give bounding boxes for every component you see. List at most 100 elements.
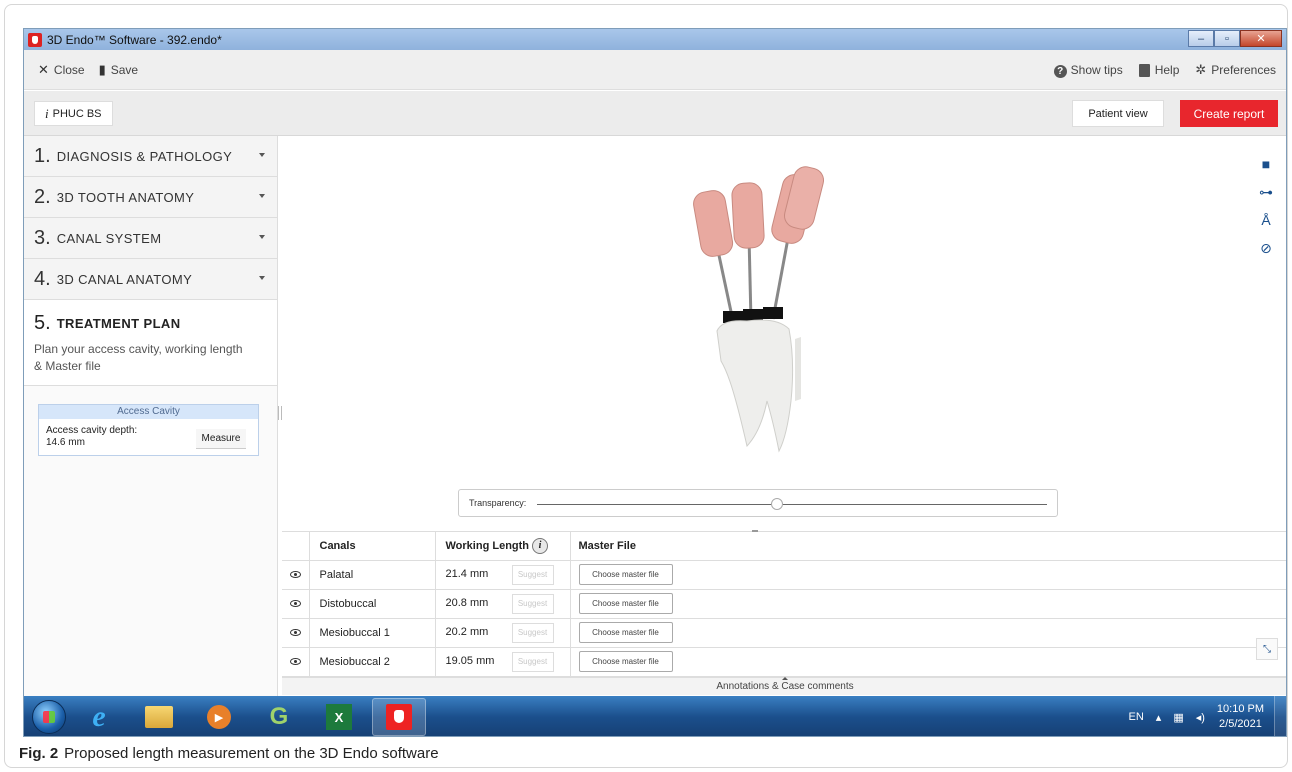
close-button[interactable]: ✕ Close [38, 62, 85, 78]
expand-icon[interactable]: ⤡ [1256, 638, 1278, 660]
choose-master-file-button[interactable]: Choose master file [578, 622, 673, 643]
working-length-cell: 20.2 mm Suggest [435, 618, 571, 648]
taskbar-ie[interactable]: e [72, 698, 126, 736]
app-g-icon: G [269, 703, 289, 730]
comment-icon[interactable]: ■ [1256, 154, 1276, 174]
stopper [743, 309, 763, 321]
volume-icon[interactable]: ◂) [1196, 711, 1205, 724]
title-bar[interactable]: 3D Endo™ Software - 392.endo* – ▫ ✕ [24, 29, 1286, 50]
annotations-bar[interactable]: Annotations & Case comments [282, 677, 1286, 695]
visibility-toggle[interactable] [282, 589, 310, 619]
endo-file-2 [731, 182, 765, 322]
eye-icon [289, 570, 301, 578]
taskbar-app-g[interactable]: G [252, 698, 306, 736]
choose-master-file-button[interactable]: Choose master file [578, 651, 673, 672]
help-button[interactable]: Help [1138, 63, 1179, 78]
taskbar-excel[interactable]: X [312, 698, 366, 736]
working-length-cell: 21.4 mm Suggest [435, 560, 571, 590]
clock-date: 2/5/2021 [1219, 718, 1262, 730]
canals-table: Canals Working Length i Master File Palat… [282, 532, 1286, 677]
transparency-slider[interactable]: Transparency: [458, 489, 1058, 517]
panel-grip[interactable] [752, 530, 758, 532]
visibility-toggle[interactable] [282, 560, 310, 590]
network-icon[interactable]: ▦ [1173, 711, 1183, 724]
chevron-down-icon [259, 153, 265, 157]
step-label: 3D TOOTH ANATOMY [56, 189, 195, 205]
visibility-toggle[interactable] [282, 647, 310, 677]
working-length-value: 21.4 mm [445, 568, 489, 581]
step-number: 2. [34, 185, 51, 208]
chevron-down-icon [259, 276, 265, 280]
step-tooth-anatomy[interactable]: 2. 3D TOOTH ANATOMY [24, 177, 277, 218]
step-label: CANAL SYSTEM [56, 230, 162, 246]
close-window-button[interactable]: ✕ [1240, 30, 1282, 47]
taskbar-media[interactable]: ▶ [192, 698, 246, 736]
excel-icon: X [326, 704, 352, 730]
stopper [763, 307, 783, 319]
show-tips-button[interactable]: ? Show tips [1053, 62, 1123, 78]
canal-name: Palatal [309, 560, 436, 590]
table-row: Distobuccal 20.8 mm Suggest Choose master f… [282, 589, 1286, 619]
step-canal-anatomy[interactable]: 4. 3D CANAL ANATOMY [24, 259, 277, 300]
info-icon: i [45, 105, 49, 121]
taskbar: e ▶ G X EN ▴ ▦ ◂) 10:10 PM 2/5/2021 [24, 696, 1286, 736]
header-eye [282, 532, 310, 561]
step-diagnosis[interactable]: 1. DIAGNOSIS & PATHOLOGY [24, 136, 277, 177]
tray-expand-icon[interactable]: ▴ [1156, 711, 1162, 724]
create-report-button[interactable]: Create report [1180, 100, 1278, 127]
measure-button[interactable]: Measure [196, 429, 246, 449]
maximize-button[interactable]: ▫ [1214, 30, 1240, 47]
transparency-label: Transparency: [469, 498, 527, 508]
choose-master-file-button[interactable]: Choose master file [578, 593, 673, 614]
clock[interactable]: 10:10 PM 2/5/2021 [1217, 702, 1264, 732]
eye-icon [289, 599, 301, 607]
window-controls: – ▫ ✕ [1188, 30, 1282, 47]
choose-master-file-button[interactable]: Choose master file [578, 564, 673, 585]
patient-info-button[interactable]: i PHUC BS [34, 101, 113, 126]
save-label: Save [110, 62, 139, 77]
working-length-value: 20.2 mm [445, 626, 489, 639]
working-length-cell: 20.8 mm Suggest [435, 589, 571, 619]
step-treatment-plan[interactable]: 5. TREATMENT PLAN Plan your access cavit… [24, 300, 277, 386]
close-label: Close [53, 62, 85, 77]
visibility-toggle[interactable] [282, 618, 310, 648]
compass-icon[interactable]: ⊘ [1256, 238, 1276, 258]
suggest-button[interactable]: Suggest [511, 593, 554, 614]
workflow-sidebar: 1. DIAGNOSIS & PATHOLOGY 2. 3D TOOTH ANA… [24, 136, 278, 696]
step-number: 4. [34, 267, 51, 290]
measure-line-icon[interactable]: ⊶ [1256, 182, 1276, 202]
taskbar-explorer[interactable] [132, 698, 186, 736]
preferences-button[interactable]: ✲ Preferences [1195, 62, 1276, 78]
endo-app-icon [386, 704, 412, 730]
access-cavity-panel: Access Cavity Access cavity depth: 14.6 … [38, 404, 259, 456]
book-icon [1138, 64, 1150, 78]
app-window: 3D Endo™ Software - 392.endo* – ▫ ✕ ✕ Cl… [23, 28, 1287, 737]
figure-number: Fig. 2 [19, 745, 59, 762]
info-icon[interactable]: i [532, 537, 549, 554]
suggest-button[interactable]: Suggest [511, 651, 554, 672]
save-button[interactable]: ▮ Save [99, 62, 139, 78]
header-master-file: Master File [570, 532, 1286, 561]
patient-view-button[interactable]: Patient view [1072, 100, 1164, 127]
working-length-value: 19.05 mm [445, 655, 495, 668]
window-title: 3D Endo™ Software - 392.endo* [47, 32, 222, 47]
show-desktop-button[interactable] [1274, 696, 1286, 736]
suggest-button[interactable]: Suggest [511, 564, 554, 585]
annotations-label: Annotations & Case comments [716, 681, 854, 692]
tooth-model[interactable] [677, 161, 837, 461]
folder-icon [145, 706, 173, 728]
3d-viewport[interactable]: ■ ⊶ Å ⊘ Transparency: [282, 136, 1286, 531]
slider-track[interactable] [537, 504, 1047, 505]
taskbar-3d-endo[interactable] [372, 698, 426, 736]
clock-time: 10:10 PM [1216, 703, 1264, 715]
angle-icon[interactable]: Å [1256, 210, 1276, 230]
depth-value: 14.6 mm [46, 437, 85, 448]
minimize-button[interactable]: – [1188, 30, 1214, 47]
start-button[interactable] [32, 700, 66, 734]
step-canal-system[interactable]: 3. CANAL SYSTEM [24, 218, 277, 259]
suggest-button[interactable]: Suggest [511, 622, 554, 643]
language-indicator[interactable]: EN [1129, 711, 1144, 723]
step-description: Plan your access cavity, working length … [34, 342, 243, 373]
show-tips-label: Show tips [1070, 62, 1123, 77]
slider-thumb[interactable] [770, 498, 783, 510]
